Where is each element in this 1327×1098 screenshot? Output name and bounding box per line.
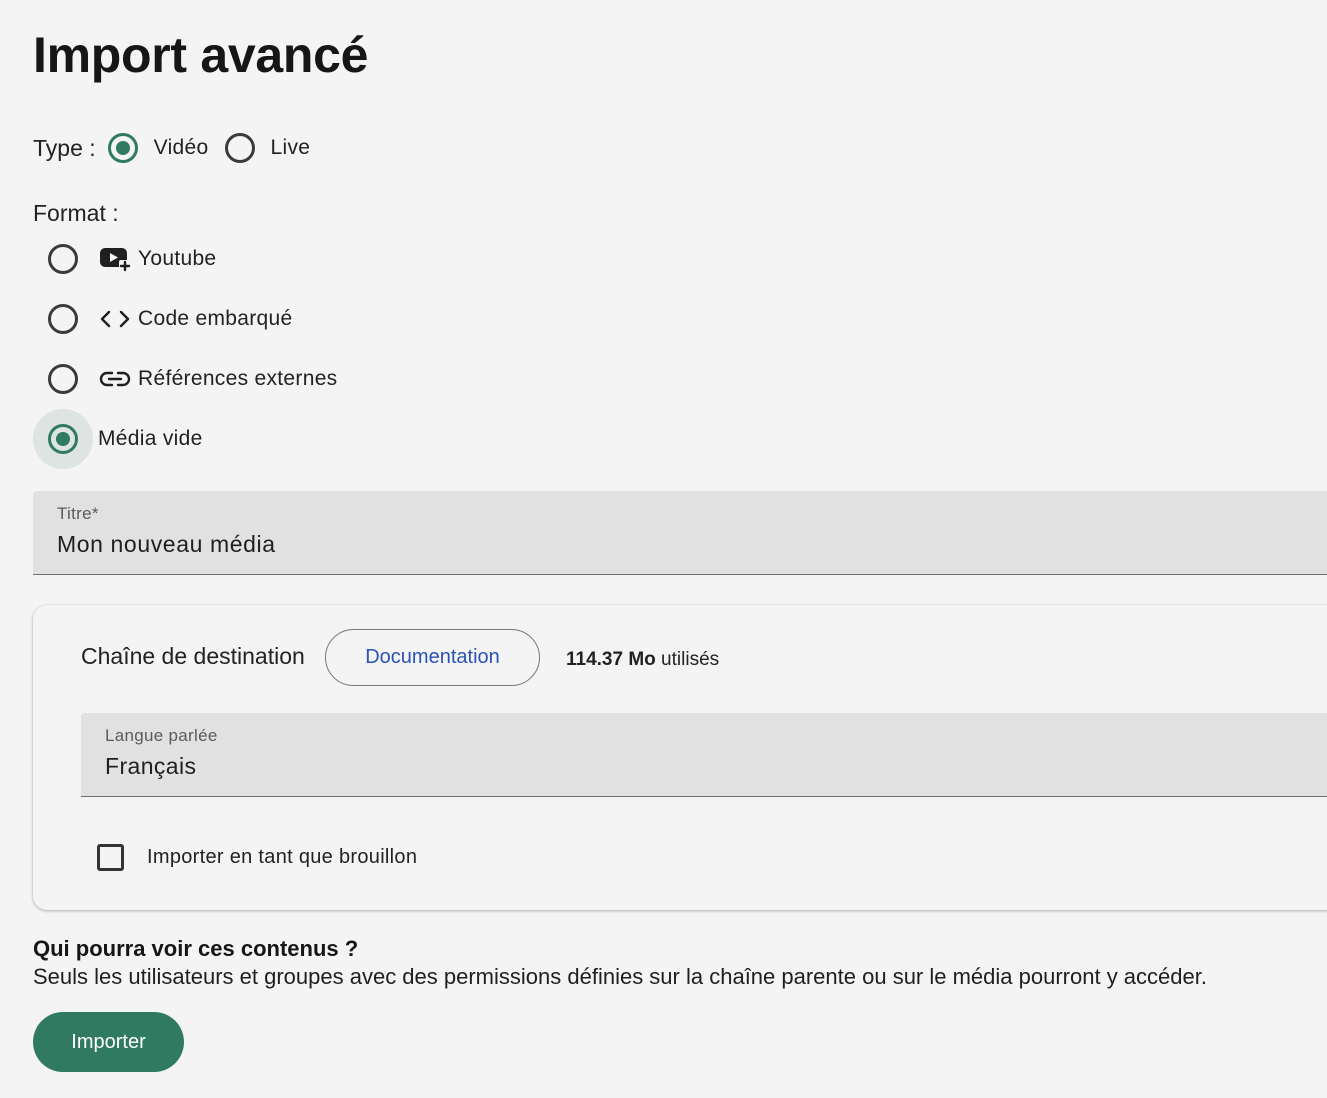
draft-checkbox-label: Importer en tant que brouillon <box>147 845 418 868</box>
storage-usage-amount: 114.37 Mo <box>566 649 656 670</box>
type-radio-group: Type : Vidéo Live <box>33 128 310 168</box>
format-external-label: Références externes <box>138 367 338 390</box>
format-code-radio-hit[interactable] <box>33 289 93 349</box>
storage-usage: 114.37 Mo utilisés <box>566 649 719 671</box>
format-option-code[interactable]: Code embarqué <box>33 289 293 349</box>
type-label: Type : <box>33 134 96 161</box>
draft-checkbox[interactable] <box>97 843 124 871</box>
format-option-youtube[interactable]: Youtube <box>33 229 216 289</box>
format-youtube-label: Youtube <box>138 247 217 270</box>
language-field[interactable]: Langue parlée Français <box>81 713 1327 797</box>
type-live-label: Live <box>270 136 311 159</box>
page-title: Import avancé <box>33 27 369 83</box>
type-live-radio[interactable] <box>224 133 255 163</box>
format-youtube-radio[interactable] <box>48 244 78 274</box>
language-field-value[interactable]: Français <box>105 753 196 780</box>
format-empty-label: Média vide <box>98 427 203 450</box>
visibility-description: Seuls les utilisateurs et groupes avec d… <box>33 964 1207 989</box>
title-field-value[interactable]: Mon nouveau média <box>57 531 276 558</box>
visibility-heading: Qui pourra voir ces contenus ? <box>33 936 359 961</box>
format-external-radio[interactable] <box>48 364 78 394</box>
youtube-add-icon <box>99 243 131 275</box>
type-option-live[interactable]: Live <box>224 133 311 163</box>
destination-channel-label: Chaîne de destination <box>81 643 305 669</box>
type-option-video[interactable]: Vidéo <box>107 133 209 163</box>
format-empty-radio-hit[interactable] <box>33 409 93 469</box>
destination-card: Chaîne de destination Documentation 114.… <box>33 605 1327 910</box>
format-empty-radio[interactable] <box>48 424 78 454</box>
format-external-radio-hit[interactable] <box>33 349 93 409</box>
title-field-label: Titre* <box>57 504 99 523</box>
type-video-radio[interactable] <box>107 133 138 163</box>
documentation-button[interactable]: Documentation <box>325 629 540 686</box>
type-video-label: Vidéo <box>153 136 209 159</box>
import-button[interactable]: Importer <box>33 1012 184 1072</box>
format-code-label: Code embarqué <box>138 307 293 330</box>
code-icon <box>99 303 131 335</box>
format-option-empty-media[interactable]: Média vide <box>33 409 203 469</box>
title-field[interactable]: Titre* Mon nouveau média <box>33 491 1327 575</box>
language-field-label: Langue parlée <box>105 726 218 745</box>
format-code-radio[interactable] <box>48 304 78 334</box>
format-youtube-radio-hit[interactable] <box>33 229 93 289</box>
link-icon <box>99 363 131 395</box>
format-option-external-refs[interactable]: Références externes <box>33 349 337 409</box>
format-label: Format : <box>33 200 119 226</box>
advanced-import-page: Import avancé Type : Vidéo Live Format :… <box>0 0 1327 1098</box>
draft-checkbox-row[interactable]: Importer en tant que brouillon <box>97 842 417 872</box>
storage-usage-suffix: utilisés <box>655 649 720 670</box>
